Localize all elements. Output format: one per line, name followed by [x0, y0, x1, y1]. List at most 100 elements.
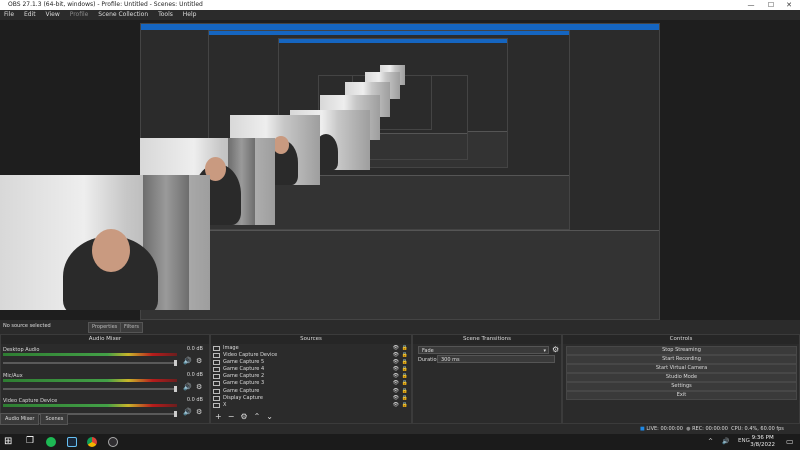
menu-tools[interactable]: Tools	[158, 10, 173, 20]
eye-icon[interactable]: 👁	[393, 395, 399, 402]
steam-icon[interactable]	[67, 437, 77, 447]
chevron-down-icon: ▾	[543, 348, 546, 354]
source-item[interactable]: Game Capture 2 👁 🔒	[211, 373, 411, 380]
menu-profile[interactable]: Profile	[70, 10, 89, 20]
image-icon	[213, 346, 220, 351]
text-icon	[213, 402, 220, 408]
speaker-icon[interactable]: 🔊	[183, 357, 192, 365]
language-indicator[interactable]: ENG	[738, 438, 750, 444]
obs-icon[interactable]	[108, 437, 118, 447]
duration-input[interactable]: 300 ms	[437, 355, 555, 363]
gear-icon[interactable]: ⚙	[240, 412, 247, 421]
menu-edit[interactable]: Edit	[24, 10, 36, 20]
menu-view[interactable]: View	[46, 10, 60, 20]
mixer-channel: Desktop Audio 0.0 dB 🔊 ⚙	[3, 346, 207, 370]
eye-icon[interactable]: 👁	[393, 366, 399, 373]
channel-db: 0.0 dB	[186, 346, 203, 352]
lock-icon[interactable]: 🔒	[402, 402, 408, 409]
controls-title: Controls	[563, 335, 799, 344]
gear-icon[interactable]: ⚙	[196, 383, 202, 391]
live-indicator-icon: ■	[640, 426, 645, 432]
menu-bar: File Edit View Profile Scene Collection …	[0, 10, 800, 20]
eye-icon[interactable]: 👁	[393, 380, 399, 387]
gear-icon[interactable]: ⚙	[196, 408, 202, 416]
eye-icon[interactable]: 👁	[393, 373, 399, 380]
chrome-icon[interactable]	[87, 437, 97, 447]
exit-button[interactable]: Exit	[566, 391, 797, 400]
source-item[interactable]: Video Capture Device 👁 🔒	[211, 352, 411, 359]
source-item[interactable]: Image 👁 🔒	[211, 345, 411, 352]
sources-title: Sources	[211, 335, 411, 344]
lock-icon[interactable]: 🔒	[402, 380, 408, 387]
source-item[interactable]: Game Capture 3 👁 🔒	[211, 380, 411, 387]
live-time: LIVE: 00:00:00	[646, 426, 683, 432]
window-title-bar: OBS 27.1.3 (64-bit, windows) - Profile: …	[0, 0, 800, 10]
stop-streaming-button[interactable]: Stop Streaming	[566, 346, 797, 355]
chevron-up-icon[interactable]: ^	[708, 438, 713, 445]
source-toolbar: No source selected Properties Filters	[0, 320, 800, 333]
gear-icon[interactable]: ⚙	[552, 345, 559, 354]
lock-icon[interactable]: 🔒	[402, 388, 408, 395]
start-recording-button[interactable]: Start Recording	[566, 355, 797, 364]
eye-icon[interactable]: 👁	[393, 352, 399, 359]
menu-help[interactable]: Help	[183, 10, 197, 20]
audio-mixer-dock: Audio Mixer Desktop Audio 0.0 dB 🔊 ⚙ Mic…	[0, 334, 210, 424]
close-button[interactable]: ✕	[780, 0, 798, 10]
taskbar: ⊞ ❐ ^ 🔊 ENG 9:36 PM 3/8/2022 ▭	[0, 434, 800, 450]
tab-audio-mixer[interactable]: Audio Mixer	[0, 413, 40, 425]
obs-status-bar: ■ LIVE: 00:00:00 ● REC: 00:00:00 CPU: 0.…	[640, 424, 800, 434]
spotify-icon[interactable]	[46, 437, 56, 447]
source-item[interactable]: Game Capture 5 👁 🔒	[211, 359, 411, 366]
channel-db: 0.0 dB	[186, 397, 203, 403]
audio-mixer-title: Audio Mixer	[1, 335, 209, 344]
clock-time: 9:36 PM	[751, 435, 774, 441]
add-icon[interactable]: +	[215, 412, 222, 421]
gear-icon[interactable]: ⚙	[196, 357, 202, 365]
properties-button[interactable]: Properties	[88, 322, 122, 333]
preview-canvas[interactable]	[0, 20, 800, 320]
controls-dock: Controls Stop Streaming Start Recording …	[562, 334, 800, 424]
eye-icon[interactable]: 👁	[393, 345, 399, 352]
remove-icon[interactable]: −	[228, 412, 235, 421]
source-item[interactable]: X 👁 🔒	[211, 402, 411, 409]
menu-scene-collection[interactable]: Scene Collection	[98, 10, 148, 20]
speaker-icon[interactable]: 🔊	[183, 383, 192, 391]
taskbar-clock[interactable]: 9:36 PM 3/8/2022	[750, 435, 775, 449]
source-item[interactable]: Game Capture 👁 🔒	[211, 388, 411, 395]
clock-date: 3/8/2022	[750, 442, 775, 448]
settings-button[interactable]: Settings	[566, 382, 797, 391]
transition-select[interactable]: Fade ▾	[418, 346, 549, 354]
studio-mode-button[interactable]: Studio Mode	[566, 373, 797, 382]
windows-start-icon[interactable]: ⊞	[4, 436, 12, 447]
speaker-icon[interactable]: 🔊	[183, 408, 192, 416]
task-view-icon[interactable]: ❐	[26, 436, 34, 446]
gamepad-icon	[213, 388, 220, 394]
eye-icon[interactable]: 👁	[393, 359, 399, 366]
chevron-up-icon[interactable]: ⌃	[254, 412, 261, 421]
source-item[interactable]: Display Capture 👁 🔒	[211, 395, 411, 402]
mixer-channel: Mic/Aux 0.0 dB 🔊 ⚙	[3, 372, 207, 396]
scene-transitions-title: Scene Transitions	[413, 335, 561, 344]
minimize-button[interactable]: —	[742, 0, 760, 10]
lock-icon[interactable]: 🔒	[402, 345, 408, 352]
dock-tabs: Audio Mixer Scenes	[0, 413, 69, 425]
gamepad-icon	[213, 374, 220, 380]
speaker-icon[interactable]: 🔊	[722, 438, 729, 445]
no-source-label: No source selected	[3, 323, 51, 329]
gamepad-icon	[213, 367, 220, 373]
lock-icon[interactable]: 🔒	[402, 395, 408, 402]
chevron-down-icon[interactable]: ⌄	[266, 412, 273, 421]
gamepad-icon	[213, 381, 220, 387]
source-item[interactable]: Game Capture 4 👁 🔒	[211, 366, 411, 373]
volume-slider[interactable]	[3, 386, 177, 392]
volume-slider[interactable]	[3, 360, 177, 366]
menu-file[interactable]: File	[4, 10, 14, 20]
filters-button[interactable]: Filters	[120, 322, 143, 333]
eye-icon[interactable]: 👁	[393, 402, 399, 409]
maximize-button[interactable]: ☐	[762, 0, 780, 10]
notification-icon[interactable]: ▭	[786, 437, 794, 446]
start-virtual-camera-button[interactable]: Start Virtual Camera	[566, 364, 797, 373]
eye-icon[interactable]: 👁	[393, 388, 399, 395]
tab-scenes[interactable]: Scenes	[40, 413, 69, 425]
monitor-icon	[213, 395, 220, 401]
